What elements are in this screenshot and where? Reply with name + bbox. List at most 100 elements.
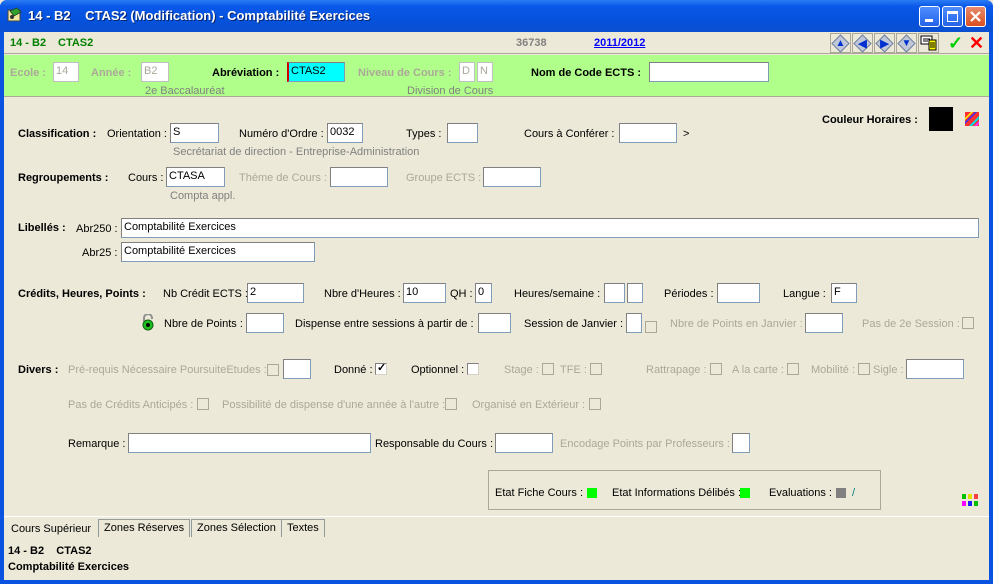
tab-textes[interactable]: Textes <box>281 519 325 537</box>
annee-field: B2 <box>141 62 169 82</box>
groupe-ects-field[interactable] <box>483 167 541 187</box>
dispense-field[interactable] <box>478 313 511 333</box>
orientation-label: Orientation : <box>107 128 167 140</box>
langue-field[interactable]: F <box>831 283 857 303</box>
heures-semaine-field-2[interactable] <box>627 283 643 303</box>
exterieur-checkbox[interactable] <box>589 398 601 410</box>
tfe-checkbox[interactable] <box>590 363 602 375</box>
types-label: Types : <box>406 128 442 140</box>
session-janvier-field[interactable] <box>626 313 642 333</box>
cours-field[interactable]: CTASA <box>166 167 225 187</box>
maximize-icon <box>947 11 958 22</box>
document-list-icon <box>920 35 936 51</box>
footer-course-name: Comptabilité Exercices <box>8 561 130 573</box>
title-bar[interactable]: 14 - B2 CTAS2 (Modification) - Comptabil… <box>0 0 993 32</box>
conferer-field[interactable] <box>619 123 677 143</box>
heures-semaine-field-1[interactable] <box>604 283 625 303</box>
confirm-button[interactable]: ✓ <box>945 33 966 53</box>
close-button[interactable] <box>965 6 986 27</box>
prerequis-checkbox[interactable] <box>267 364 279 376</box>
abreviation-field[interactable]: CTAS2 <box>287 62 345 82</box>
nav-down-button[interactable]: ▼ <box>896 33 917 53</box>
niveau-description: Division de Cours <box>407 85 494 97</box>
nav-right-button[interactable]: ▶ <box>874 33 895 53</box>
footer-code: 14 - B2 CTAS2 <box>8 545 92 557</box>
ects-code-label: Nom de Code ECTS : <box>531 67 642 79</box>
annee-label: Année : <box>91 67 132 79</box>
cours-label: Cours : <box>128 172 164 184</box>
session-janvier-checkbox[interactable] <box>645 321 657 333</box>
types-field[interactable] <box>447 123 478 143</box>
tab-cours-superieur[interactable]: Cours Supérieur <box>6 517 97 539</box>
academic-year-link[interactable]: 2011/2012 <box>594 37 645 49</box>
cancel-x-icon: ✕ <box>968 32 985 53</box>
minimize-button[interactable] <box>919 6 940 27</box>
abr250-field[interactable]: Comptabilité Exercices <box>121 218 979 238</box>
remarque-field[interactable] <box>128 433 371 453</box>
fiche-status-label: Etat Fiche Cours : <box>495 487 584 499</box>
points-label: Nbre de Points : <box>164 318 243 330</box>
tab-zones-selection[interactable]: Zones Sélection <box>191 519 282 537</box>
theme-field[interactable] <box>330 167 388 187</box>
a-la-carte-label: A la carte : <box>732 364 784 376</box>
color-grid-icon[interactable] <box>962 494 978 508</box>
qh-field[interactable]: 0 <box>475 283 492 303</box>
record-abbr: CTAS2 <box>58 37 94 49</box>
credits-label: Crédits, Heures, Points : <box>18 288 146 300</box>
points-janvier-field[interactable] <box>805 313 843 333</box>
optionnel-checkbox[interactable] <box>467 363 479 375</box>
niveau-label: Niveau de Cours : <box>358 67 452 79</box>
delib-status-label: Etat Informations Délibés : <box>612 487 742 499</box>
sigle-field[interactable] <box>906 359 964 379</box>
close-icon <box>970 11 981 22</box>
donne-checkbox[interactable]: ✓ <box>375 362 387 375</box>
abr25-field[interactable]: Comptabilité Exercices <box>121 242 315 262</box>
qh-label: QH : <box>450 288 473 300</box>
stage-checkbox[interactable] <box>542 363 554 375</box>
points-field[interactable] <box>246 313 284 333</box>
tab-zones-reserves[interactable]: Zones Réserves <box>98 519 191 537</box>
heures-field[interactable]: 10 <box>403 283 446 303</box>
points-janvier-label: Nbre de Points en Janvier : <box>670 318 803 330</box>
numero-field[interactable]: 0032 <box>327 123 363 143</box>
ects-code-field[interactable] <box>649 62 769 82</box>
prerequis-field[interactable] <box>283 359 311 379</box>
mobilite-checkbox[interactable] <box>858 363 870 375</box>
ects-credit-field[interactable]: 2 <box>247 283 304 303</box>
unlock-icon[interactable] <box>141 314 155 331</box>
responsable-field[interactable] <box>495 433 553 453</box>
pas-2e-session-checkbox[interactable] <box>962 317 974 329</box>
checkmark-icon: ✓ <box>377 362 387 374</box>
ecole-label: Ecole : <box>10 67 47 79</box>
optionnel-label: Optionnel : <box>411 364 465 376</box>
maximize-button[interactable] <box>942 6 963 27</box>
libelles-label: Libellés : <box>18 222 66 234</box>
orientation-field[interactable]: S <box>170 123 219 143</box>
periodes-label: Périodes : <box>664 288 714 300</box>
encodage-field[interactable] <box>732 433 750 453</box>
anticipes-label: Pas de Crédits Anticipés : <box>68 399 194 411</box>
remarque-label: Remarque : <box>68 438 126 450</box>
niveau-field-2: N <box>477 62 493 82</box>
possibilite-checkbox[interactable] <box>445 398 457 410</box>
rattrapage-label: Rattrapage : <box>646 364 707 376</box>
encodage-label: Encodage Points par Professeurs : <box>560 438 730 450</box>
minimize-icon <box>925 19 933 22</box>
delib-status-indicator <box>740 488 750 498</box>
couleur-horaires-swatch[interactable] <box>929 107 953 131</box>
orientation-description: Secrétariat de direction - Entreprise-Ad… <box>173 146 420 158</box>
nav-up-button[interactable]: ▲ <box>830 33 851 53</box>
anticipes-checkbox[interactable] <box>197 398 209 410</box>
heures-semaine-label: Heures/semaine : <box>514 288 601 300</box>
niveau-field-1: D <box>459 62 475 82</box>
periodes-field[interactable] <box>717 283 760 303</box>
color-palette-icon[interactable] <box>964 111 980 127</box>
a-la-carte-checkbox[interactable] <box>787 363 799 375</box>
document-list-button[interactable] <box>918 33 939 53</box>
rattrapage-checkbox[interactable] <box>710 363 722 375</box>
nav-left-button[interactable]: ◀ <box>852 33 873 53</box>
cours-description: Compta appl. <box>170 190 236 202</box>
session-janvier-label: Session de Janvier : <box>524 318 624 330</box>
cancel-button[interactable]: ✕ <box>966 33 987 53</box>
status-panel: Etat Fiche Cours : Etat Informations Dél… <box>488 470 881 510</box>
